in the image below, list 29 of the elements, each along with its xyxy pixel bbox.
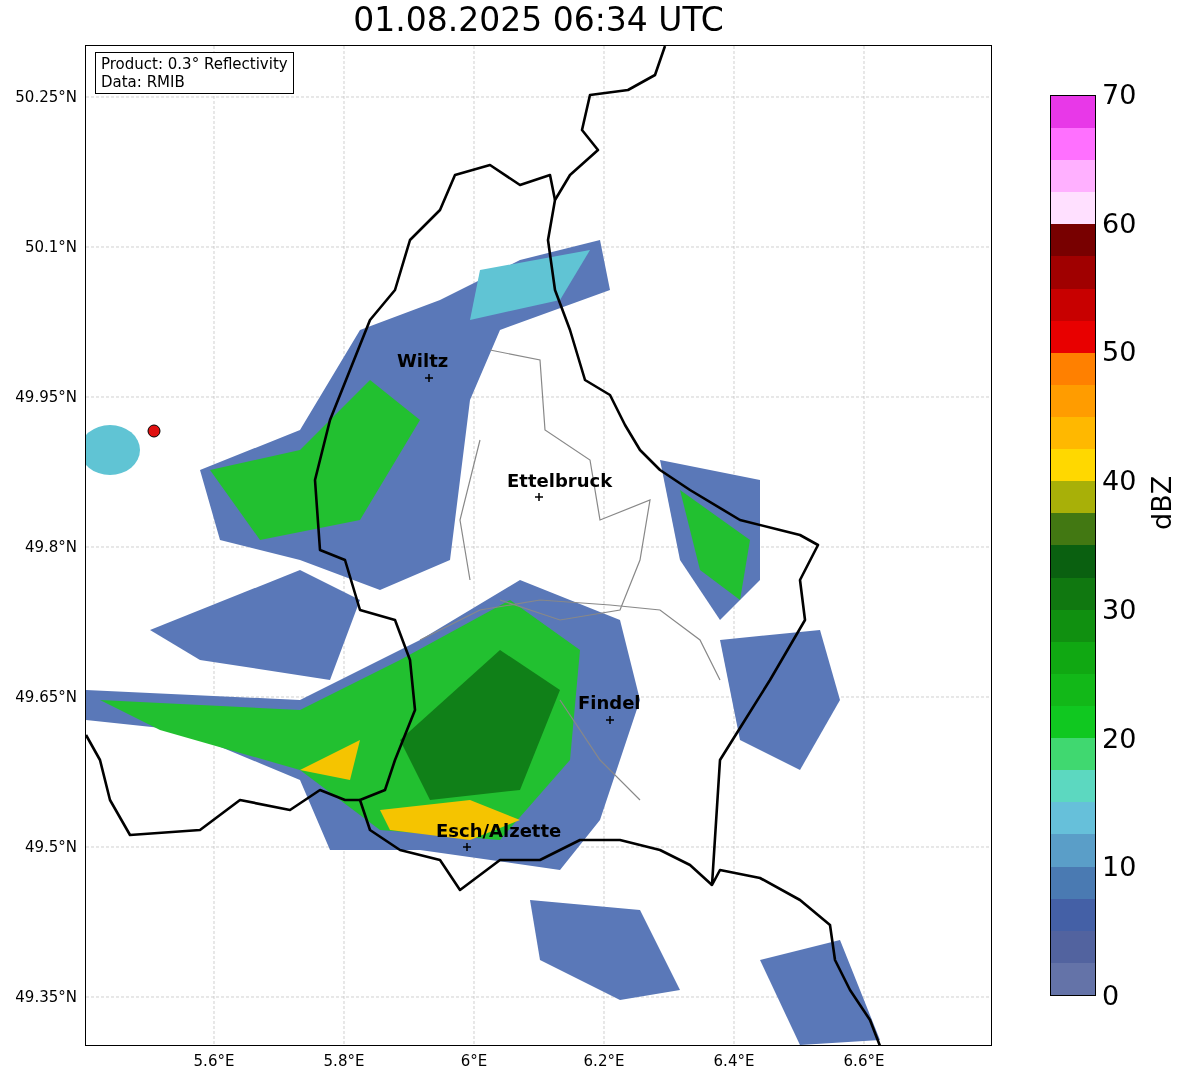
info-text: Data: RMIB xyxy=(101,73,186,91)
colorbar-tick-label: 70 xyxy=(1102,80,1137,110)
place-label: Ettelbruck xyxy=(507,471,613,491)
chart-title: 01.08.2025 06:34 UTC xyxy=(352,0,725,41)
axis-tick-label: 49.65°N xyxy=(15,688,77,706)
colorbar-tick-label: 60 xyxy=(1102,208,1137,239)
axis-tick-label: 50.25°N xyxy=(15,88,77,106)
colorbar-label: dBZ xyxy=(1146,475,1177,530)
axis-tick-label: 49.95°N xyxy=(15,388,77,406)
axis-tick-label: 6°E xyxy=(460,1052,488,1070)
place-label: Wiltz xyxy=(397,351,449,371)
colorbar-tick-label: 20 xyxy=(1102,723,1137,754)
axis-tick-label: 6.4°E xyxy=(713,1052,755,1070)
axis-tick-label: 6.2°E xyxy=(583,1052,625,1070)
axis-tick-label: 49.5°N xyxy=(24,838,77,856)
axis-tick-label: 50.1°N xyxy=(24,238,77,256)
colorbar-tick-label: 0 xyxy=(1102,981,1120,1011)
colorbar-tick-label: 40 xyxy=(1102,466,1137,497)
axis-tick-label: 6.6°E xyxy=(843,1052,885,1070)
colorbar-tick-label: 10 xyxy=(1102,852,1137,883)
axis-tick-label: 49.35°N xyxy=(15,988,77,1006)
axis-tick-label: 5.8°E xyxy=(323,1052,365,1070)
axis-tick-label: 49.8°N xyxy=(24,538,77,556)
info-text: Product: 0.3° Reflectivity xyxy=(101,55,288,73)
axis-tick-label: 5.6°E xyxy=(193,1052,235,1070)
place-label: Findel xyxy=(578,693,641,713)
colorbar-tick-label: 50 xyxy=(1102,337,1137,368)
place-label: Esch/Alzette xyxy=(436,821,562,841)
colorbar-tick-label: 30 xyxy=(1102,594,1137,625)
